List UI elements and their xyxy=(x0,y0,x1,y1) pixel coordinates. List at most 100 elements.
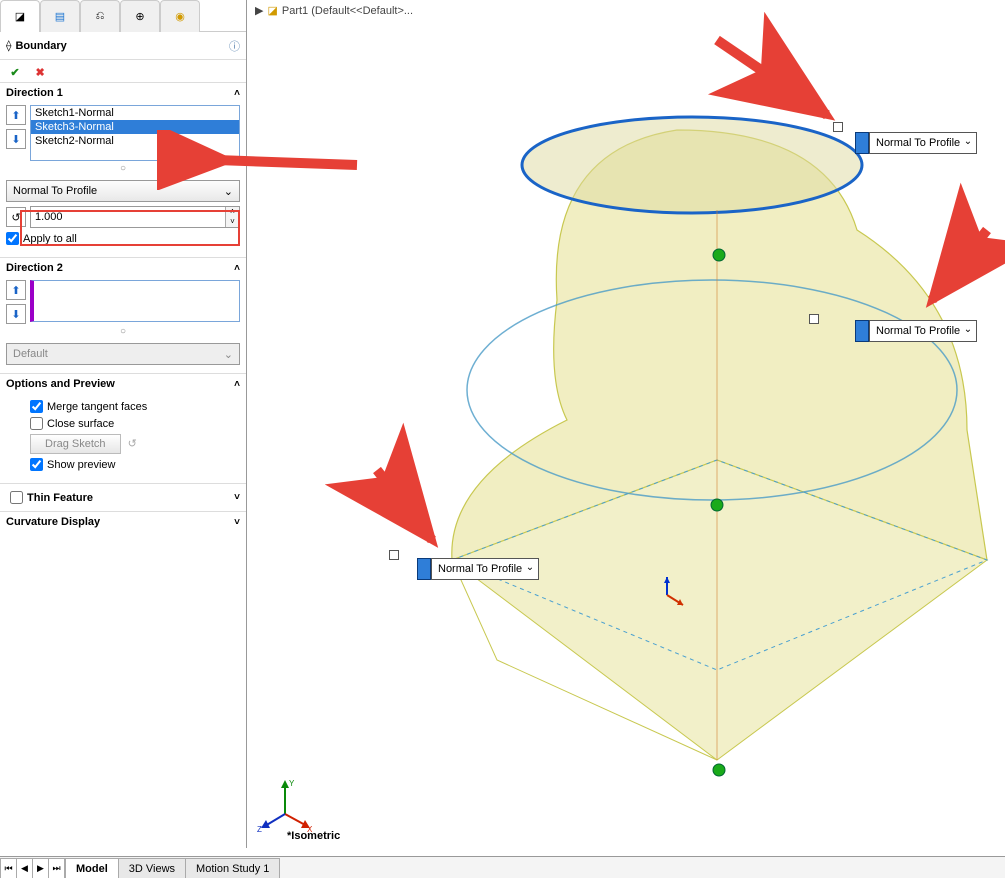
boundary-feature-icon: ⟠ xyxy=(6,39,11,52)
graphics-viewport[interactable]: ▶ ◪ Part1 (Default<<Default>... xyxy=(247,0,1005,848)
direction2-tangent-dropdown: Default ⌄ xyxy=(6,343,240,365)
bottom-tab-motion[interactable]: Motion Study 1 xyxy=(185,858,280,878)
model-preview xyxy=(247,0,1005,820)
bottom-tab-model[interactable]: Model xyxy=(65,858,119,878)
panel-header: ⟠ Boundary ⓘ xyxy=(0,32,246,60)
tab-last-button[interactable]: ⏭ xyxy=(49,859,65,878)
property-manager-panel: ◪ ▤ ⎌ ⊕ ◉ ⟠ Boundary ⓘ ✔ ✖ Direction 1 ˄… xyxy=(0,0,247,848)
thin-feature-checkbox[interactable] xyxy=(10,491,23,504)
panel-title: Boundary xyxy=(15,40,229,52)
section-options: Options and Preview ˄ Merge tangent face… xyxy=(0,373,246,483)
ok-button[interactable]: ✔ xyxy=(6,64,24,82)
callout-handle[interactable] xyxy=(855,132,869,154)
tree-icon: ⎌ xyxy=(96,10,105,23)
view-triad[interactable]: Y X Z xyxy=(255,774,315,834)
svg-text:Z: Z xyxy=(257,825,262,834)
flip-tangent-button[interactable]: ↺ xyxy=(6,207,26,227)
checkbox-label: Merge tangent faces xyxy=(47,401,147,413)
chevron-down-icon: ⌄ xyxy=(224,348,233,361)
spin-up-button[interactable]: ˄ xyxy=(226,207,239,217)
list-scroll-dot: ○ xyxy=(6,163,240,174)
dropdown-value: Normal To Profile xyxy=(13,185,97,197)
callout-handle[interactable] xyxy=(417,558,431,580)
move-up-button[interactable]: ⬆ xyxy=(6,105,26,125)
callout-pin[interactable] xyxy=(833,122,843,132)
move-up-button[interactable]: ⬆ xyxy=(6,280,26,300)
tab-nav-buttons: ⏮ ◀ ▶ ⏭ xyxy=(0,858,66,878)
move-down-button[interactable]: ⬇ xyxy=(6,129,26,149)
pm-tab-dimxpert[interactable]: ⊕ xyxy=(120,0,160,32)
drag-sketch-button[interactable]: Drag Sketch xyxy=(30,434,121,454)
spin-down-button[interactable]: ˅ xyxy=(226,217,239,227)
apply-to-all-checkbox[interactable]: Apply to all xyxy=(6,232,240,245)
callout-dropdown[interactable]: Normal To Profile xyxy=(431,558,539,580)
chevron-up-icon: ˄ xyxy=(234,379,240,390)
section-thin-feature[interactable]: Thin Feature ˅ xyxy=(0,483,246,511)
direction1-profile-list[interactable]: Sketch1-Normal Sketch3-Normal Sketch2-No… xyxy=(30,105,240,161)
svg-text:Y: Y xyxy=(289,779,295,788)
checkbox-label: Apply to all xyxy=(23,233,77,245)
list-scroll-dot: ○ xyxy=(6,326,240,337)
apply-to-all-input[interactable] xyxy=(6,232,19,245)
section-direction1: Direction 1 ˄ ⬆ ⬇ Sketch1-Normal Sketch3… xyxy=(0,82,246,257)
ball-icon: ◉ xyxy=(175,10,185,23)
tab-prev-button[interactable]: ◀ xyxy=(17,859,33,878)
ok-cancel-row: ✔ ✖ xyxy=(0,60,246,82)
section-curvature[interactable]: Curvature Display ˅ xyxy=(0,511,246,532)
pm-tab-config[interactable]: ▤ xyxy=(40,0,80,32)
chevron-down-icon: ⌄ xyxy=(224,185,233,198)
pm-tabstrip: ◪ ▤ ⎌ ⊕ ◉ xyxy=(0,0,246,32)
callout-bottom[interactable]: Normal To Profile xyxy=(417,558,539,580)
section-heading: Direction 2 xyxy=(6,262,63,274)
chevron-down-icon: ˅ xyxy=(234,517,240,528)
pm-tab-display[interactable]: ⎌ xyxy=(80,0,120,32)
help-icon[interactable]: ⓘ xyxy=(229,38,240,54)
tangent-type-dropdown[interactable]: Normal To Profile ⌄ xyxy=(6,180,240,202)
dropdown-value: Default xyxy=(13,348,48,360)
svg-text:X: X xyxy=(307,825,313,834)
callout-top[interactable]: Normal To Profile xyxy=(855,132,977,154)
list-item[interactable]: Sketch1-Normal xyxy=(31,106,239,120)
checkbox-label: Close surface xyxy=(47,418,114,430)
tangent-influence-field[interactable]: ˄ ˅ xyxy=(30,206,240,228)
merge-tangent-input[interactable] xyxy=(30,400,43,413)
section-heading: Direction 1 xyxy=(6,87,63,99)
close-surface-checkbox[interactable]: Close surface xyxy=(30,417,240,430)
callout-pin[interactable] xyxy=(389,550,399,560)
feature-icon: ◪ xyxy=(15,10,25,23)
list-item[interactable]: Sketch2-Normal xyxy=(31,134,239,148)
undo-icon[interactable]: ↺ xyxy=(128,438,137,450)
section-heading: Options and Preview xyxy=(6,378,115,390)
checkbox-label: Show preview xyxy=(47,459,115,471)
options-header[interactable]: Options and Preview ˄ xyxy=(0,374,246,394)
direction2-header[interactable]: Direction 2 ˄ xyxy=(0,258,246,278)
show-preview-checkbox[interactable]: Show preview xyxy=(30,458,240,471)
bottom-tab-3dviews[interactable]: 3D Views xyxy=(118,858,186,878)
tangent-influence-input[interactable] xyxy=(31,207,225,227)
show-preview-input[interactable] xyxy=(30,458,43,471)
tab-next-button[interactable]: ▶ xyxy=(33,859,49,878)
direction2-profile-list[interactable] xyxy=(30,280,240,322)
callout-handle[interactable] xyxy=(855,320,869,342)
list-item[interactable]: Sketch3-Normal xyxy=(31,120,239,134)
callout-pin[interactable] xyxy=(809,314,819,324)
chevron-up-icon: ˄ xyxy=(234,88,240,99)
bottom-tab-bar: ⏮ ◀ ▶ ⏭ Model 3D Views Motion Study 1 xyxy=(0,856,1005,878)
merge-tangent-checkbox[interactable]: Merge tangent faces xyxy=(30,400,240,413)
close-surface-input[interactable] xyxy=(30,417,43,430)
chevron-up-icon: ˄ xyxy=(234,263,240,274)
section-direction2: Direction 2 ˄ ⬆ ⬇ ○ Default ⌄ xyxy=(0,257,246,373)
list-icon: ▤ xyxy=(55,10,65,23)
pm-tab-feature[interactable]: ◪ xyxy=(0,0,40,32)
cancel-button[interactable]: ✖ xyxy=(31,64,49,82)
callout-dropdown[interactable]: Normal To Profile xyxy=(869,320,977,342)
pm-tab-appearance[interactable]: ◉ xyxy=(160,0,200,32)
section-heading: Thin Feature xyxy=(27,492,93,504)
move-down-button[interactable]: ⬇ xyxy=(6,304,26,324)
direction1-header[interactable]: Direction 1 ˄ xyxy=(0,83,246,103)
section-heading: Curvature Display xyxy=(6,516,100,528)
callout-mid[interactable]: Normal To Profile xyxy=(855,320,977,342)
target-icon: ⊕ xyxy=(135,10,144,23)
tab-first-button[interactable]: ⏮ xyxy=(1,859,17,878)
callout-dropdown[interactable]: Normal To Profile xyxy=(869,132,977,154)
